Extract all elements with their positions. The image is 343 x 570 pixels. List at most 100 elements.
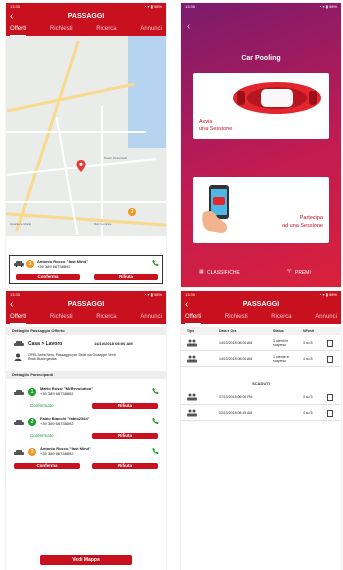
start-session-label-2: una Sessione [199, 126, 233, 132]
row-date: 02/10/2018 08:15 AM [219, 411, 253, 415]
classifiche-link[interactable]: CLASSIFICHE [207, 270, 240, 276]
car-icon [14, 390, 24, 395]
document-icon[interactable] [327, 410, 333, 417]
table-header: Tipo Data e Ora Status NPosti [181, 327, 341, 335]
document-icon[interactable] [327, 394, 333, 401]
map-road [6, 201, 166, 203]
tab-bar: Offerti Richiesti Ricerca Annunci [6, 24, 166, 36]
phone-icon[interactable] [152, 259, 159, 267]
bottom-actions: ▦ CLASSIFICHE ♈ PREMI [181, 269, 341, 279]
status-time: 13:35 [185, 4, 196, 9]
screen-passaggi-list: 13:35 ◔ ▾ ▮ 98% ‹ PASSAGGI Offerti Richi… [181, 291, 341, 570]
tab-richiesti[interactable]: Richiesti [225, 312, 248, 324]
participant-number-badge: 1 [28, 388, 36, 396]
phone-icon[interactable] [152, 447, 159, 455]
tab-richiesti[interactable]: Richiesti [50, 24, 73, 36]
map-road [7, 82, 135, 113]
reject-button[interactable]: Rifiuta [92, 403, 158, 409]
map-road [6, 131, 146, 133]
car-people-icon [187, 409, 197, 417]
row-date: 14/10/2018 08:00 AM [219, 341, 253, 345]
participant-card: 3 Antonio Rocco "fast Mind" +39 389 6673… [9, 255, 163, 284]
premi-link[interactable]: PREMI [295, 270, 311, 276]
document-icon[interactable] [327, 340, 333, 347]
screen-passaggio-detail: 13:35 ◔ ▾ ▮ 98% ‹ PASSAGGI Offerti Richi… [6, 291, 166, 570]
driver-icon [14, 353, 22, 361]
page-title: PASSAGGI [242, 301, 280, 308]
table-row[interactable]: 07/10/2018 06:00 PM 3 su 5 [181, 390, 341, 405]
car-people-icon [187, 393, 197, 401]
table-row[interactable]: 14/10/2018 08:00 AM 3 utenti in sospeso … [181, 336, 341, 351]
car-people-icon [187, 339, 197, 347]
table-row[interactable]: 02/10/2018 08:15 AM 4 su 5 [181, 406, 341, 421]
row-status: 1 utente in sospeso [273, 355, 290, 363]
view-map-button[interactable]: Vedi Mappa [40, 555, 132, 565]
top-bar: ‹ PASSAGGI [181, 298, 341, 312]
status-bar: 13:35 ◔ ▾ ▮ 98% [6, 3, 166, 10]
header-posti: NPosti [303, 329, 315, 333]
join-session-label-2: ad una Sessione [282, 223, 323, 229]
participant-phone: +39 389 66738892 [37, 264, 71, 269]
prize-icon: ♈ [287, 269, 292, 275]
tab-bar: Offerti Richiesti Ricerca Annunci [181, 312, 341, 324]
section-header-participants: Dettaglio Partecipanti [6, 371, 166, 379]
tab-ricerca[interactable]: Ricerca [96, 24, 116, 36]
participant-number-badge: 2 [28, 418, 36, 426]
start-session-panel[interactable]: Avvia una Sessione [193, 73, 329, 139]
join-session-label-1: Partecipa [299, 215, 323, 221]
tab-offerti[interactable]: Offerti [185, 312, 202, 324]
reject-button[interactable]: Rifiuta [94, 274, 158, 280]
map-marker-orange[interactable]: 3 [128, 208, 136, 216]
confirm-button[interactable]: Conferma [16, 274, 80, 280]
tab-annunci[interactable]: Annunci [140, 312, 162, 324]
status-bar: 13:35 ◔ ▾ ▮ 98% [181, 291, 341, 298]
ride-info-2: Rock Music gestita [28, 357, 57, 361]
tab-ricerca[interactable]: Ricerca [96, 312, 116, 324]
car-icon [14, 341, 24, 346]
trophy-icon: ▦ [199, 269, 204, 275]
top-bar: ‹ PASSAGGI [6, 298, 166, 312]
row-posti: 4 su 8 [303, 357, 313, 361]
table-row[interactable]: 14/10/2018 08:00 AM 1 utente in sospeso … [181, 352, 341, 367]
row-date: 14/10/2018 08:00 AM [219, 357, 253, 361]
tab-ricerca[interactable]: Ricerca [271, 312, 291, 324]
status-time: 13:35 [10, 292, 21, 297]
row-posti: 3 su 8 [303, 341, 313, 345]
row-posti: 3 su 5 [303, 395, 313, 399]
back-arrow-icon[interactable]: ‹ [187, 21, 190, 32]
participant-number-badge: 3 [26, 260, 34, 268]
car-top-view-icon [233, 82, 321, 114]
status-icons: ◔ ▾ ▮ 98% [319, 4, 337, 9]
status-bar: 13:35 ◔ ▾ ▮ 98% [6, 291, 166, 298]
header-data: Data e Ora [219, 329, 237, 333]
participant-phone: +39 389 66738892 [40, 421, 74, 426]
confirm-button[interactable]: Conferma [14, 463, 80, 469]
status-time: 13:35 [10, 4, 21, 9]
start-session-label-1: Avvia [199, 119, 213, 125]
map-pin-icon[interactable] [76, 160, 86, 172]
phone-icon[interactable] [152, 417, 159, 425]
tab-bar: Offerti Richiesti Ricerca Annunci [6, 312, 166, 324]
participant-phone: +39 389 66738892 [40, 451, 74, 456]
participant-phone: +39 389 66738892 [40, 391, 74, 396]
tab-annunci[interactable]: Annunci [315, 312, 337, 324]
status-time: 13:35 [185, 292, 196, 297]
confirmed-status: Confermato [30, 403, 54, 408]
reject-button[interactable]: Rifiuta [92, 433, 158, 439]
reject-button[interactable]: Rifiuta [92, 463, 158, 469]
map-label: Bari Centrale [94, 222, 112, 226]
confirmed-status: Confermato [30, 433, 54, 438]
screen-car-pooling: 13:35 ◔ ▾ ▮ 98% ‹ Car Pooling Avvia una … [181, 3, 341, 287]
car-people-icon [187, 355, 197, 363]
tab-annunci[interactable]: Annunci [140, 24, 162, 36]
map-label: Teatro Petruzzelli [104, 156, 128, 160]
document-icon[interactable] [327, 356, 333, 363]
map-view[interactable]: Teatro Petruzzelli Bari Centrale Quartie… [6, 36, 166, 236]
tab-offerti[interactable]: Offerti [10, 24, 27, 36]
section-header-offer: Dettaglio Passaggio Offerto [6, 327, 166, 335]
join-session-panel[interactable]: Partecipa ad una Sessione [193, 177, 329, 243]
tab-richiesti[interactable]: Richiesti [50, 312, 73, 324]
top-bar: ‹ PASSAGGI [6, 10, 166, 24]
phone-icon[interactable] [152, 387, 159, 395]
tab-offerti[interactable]: Offerti [10, 312, 27, 324]
